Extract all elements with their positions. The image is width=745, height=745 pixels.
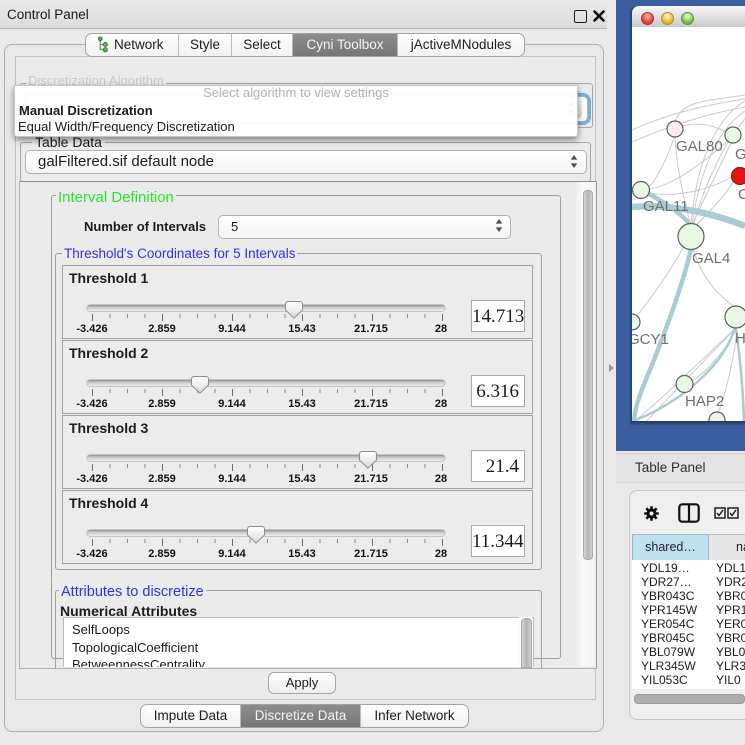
svg-text:GCY1: GCY1: [632, 331, 669, 348]
svg-text:GAL80: GAL80: [676, 138, 723, 155]
svg-text:C: C: [738, 186, 745, 203]
svg-text:GAL11: GAL11: [643, 198, 689, 215]
svg-text:HAP2: HAP2: [685, 393, 724, 410]
svg-text:GA: GA: [735, 146, 745, 163]
svg-text:GAL4: GAL4: [692, 250, 730, 267]
svg-text:H: H: [735, 330, 745, 347]
